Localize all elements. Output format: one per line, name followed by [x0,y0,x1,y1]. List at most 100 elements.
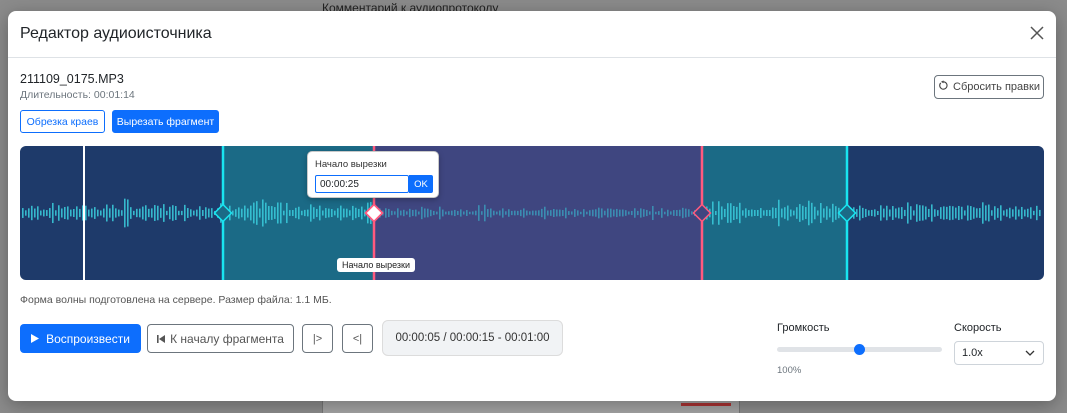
wave-bar [184,204,186,222]
wave-bar [298,206,300,220]
wave-bar [313,207,315,219]
to-fragment-start-button[interactable]: К началу фрагмента [147,324,294,353]
wave-bar [895,208,897,218]
wave-bar [889,209,891,217]
wave-bar [862,207,864,219]
wave-bar [610,208,612,218]
waveform-editor[interactable] [20,146,1044,280]
wave-bar [256,201,258,225]
wave-bar [790,209,792,217]
wave-bar [544,206,546,220]
popover-ok-button[interactable]: OK [409,175,433,193]
wave-bar [484,204,486,222]
wave-bar [919,205,921,221]
wave-bar [547,210,549,216]
wave-bar [967,205,969,221]
wave-bar [79,208,81,218]
wave-bar [283,210,285,216]
wave-bar [580,211,582,215]
wave-bar [613,209,615,217]
wave-bar [118,209,120,217]
wave-bar [745,208,747,218]
wave-bar [826,206,828,220]
wave-bar [913,210,915,216]
wave-bar [1000,205,1002,221]
wave-bar [535,210,537,216]
wave-bar [784,207,786,219]
wave-bar [739,202,741,224]
wave-bar [601,208,603,218]
trim-edges-button[interactable]: Обрезка краев [20,110,105,133]
wave-bar [103,208,105,218]
wave-bar [673,210,675,216]
play-icon [31,332,40,346]
wave-bar [541,208,543,218]
wave-bar [112,204,114,222]
wave-bar [43,209,45,217]
wave-bar [586,211,588,215]
wave-bar [1018,209,1020,217]
wave-bar [604,210,606,216]
wave-bar [331,209,333,217]
wave-bar [904,209,906,217]
wave-bar [802,205,804,221]
wave-bar [787,205,789,221]
wave-bar [670,211,672,215]
wave-bar [523,208,525,218]
step-forward-button[interactable]: |> [302,324,333,353]
wave-bar [499,210,501,216]
wave-bar [658,211,660,215]
popover-title: Начало вырезки [315,159,387,170]
wave-bar [508,209,510,217]
wave-bar [577,210,579,216]
wave-bar [169,206,171,220]
cut-fragment-button[interactable]: Вырезать фрагмент [112,110,219,133]
wave-bar [964,210,966,216]
wave-bar [640,208,642,218]
close-icon[interactable] [1028,24,1046,42]
wave-bar [949,205,951,221]
wave-bar [811,202,813,224]
wave-bar [91,208,93,218]
wave-bar [55,210,57,216]
wave-bar [502,208,504,218]
wave-bar [898,207,900,219]
wave-bar [748,210,750,216]
wave-bar [343,208,345,218]
cut-start-tooltip: Начало вырезки [337,258,416,272]
reset-edits-button[interactable]: Сбросить правки [934,75,1044,99]
wave-bar [1024,209,1026,217]
wave-bar [958,205,960,221]
wave-bar [136,208,138,218]
speed-select[interactable]: 1.0x [954,341,1044,365]
step-back-button[interactable]: <| [342,324,373,353]
wave-bar [976,208,978,218]
wave-bar [115,208,117,218]
wave-bar [985,205,987,221]
wave-bar [652,205,654,221]
wave-bar [187,208,189,218]
wave-bar [799,204,801,222]
wave-bar [475,210,477,216]
wave-bar [325,208,327,218]
wave-bar [292,209,294,217]
file-duration: Длительность: 00:01:14 [20,89,135,101]
wave-bar [892,206,894,220]
wave-bar [34,208,36,218]
wave-bar [631,210,633,216]
wave-bar [334,210,336,216]
wave-bar [211,208,213,218]
wave-bar [1036,205,1038,221]
wave-bar [259,208,261,218]
wave-bar [73,209,75,217]
volume-slider-thumb[interactable] [854,344,865,355]
wave-bar [943,206,945,220]
play-button[interactable]: Воспроизвести [20,324,141,353]
volume-slider[interactable] [777,344,942,355]
wave-bar [28,208,30,218]
wave-bar [796,207,798,219]
wave-bar [685,208,687,218]
cut-start-time-input[interactable] [315,175,409,193]
wave-bar [565,207,567,219]
wave-bar [70,209,72,217]
